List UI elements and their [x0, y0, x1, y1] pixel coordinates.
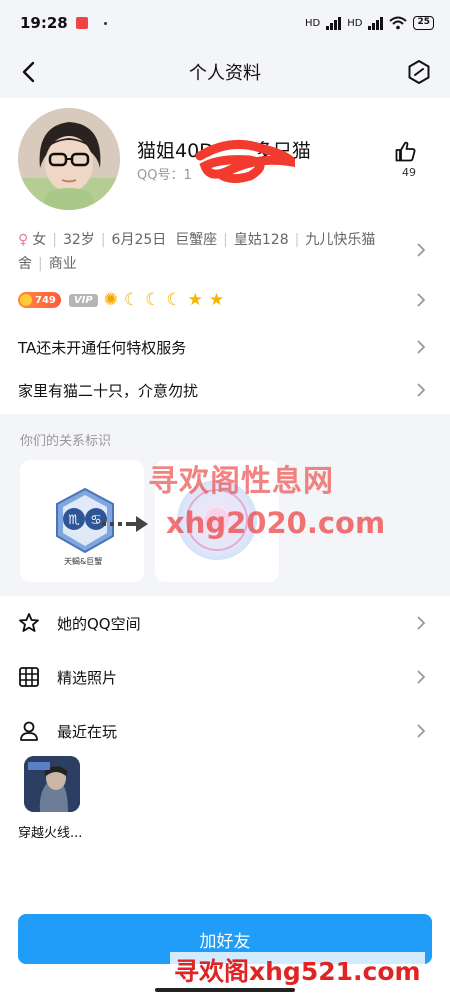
privilege-row[interactable]: TA还未开通任何特权服务 [0, 326, 450, 368]
thumbs-up-icon[interactable] [394, 140, 418, 164]
qq-number: QQ号：1 [137, 168, 192, 183]
network-label-2: HD [347, 17, 363, 29]
battery-icon: 25 [413, 16, 434, 30]
moon-level-icon: ☾ [166, 289, 182, 310]
photos-row[interactable]: 精选照片 [0, 650, 450, 704]
svg-text:♏: ♏ [68, 513, 80, 528]
location-text: 皇姑128 [233, 232, 289, 248]
age-text: 32岁 [62, 232, 95, 248]
watermark-text-3: 寻欢阁xhg521.com [170, 952, 425, 988]
profile-header: 猫姐40D 多只猫 QQ号：1 49 [0, 98, 450, 220]
recently-playing-label: 最近在玩 [57, 722, 118, 741]
wifi-icon [389, 16, 408, 30]
avatar-image [18, 108, 120, 210]
recording-icon [75, 17, 88, 29]
signal-icon-1 [326, 16, 342, 30]
chevron-right-icon [417, 616, 426, 630]
relation-label: 你们的关系标识 [20, 434, 112, 449]
star-level-icon: ★ [187, 289, 203, 310]
coin-level-text: 749 [35, 294, 56, 306]
coin-icon [20, 294, 32, 306]
status-bar: 19:28 HD HD 25 [0, 0, 450, 46]
coin-level-badge: 749 [18, 292, 61, 308]
chevron-right-icon [417, 724, 426, 738]
birthday-text: 6月25日 [111, 232, 167, 248]
watermark-text-2: xhg2020.com [166, 506, 386, 540]
photos-label: 精选照片 [57, 668, 118, 687]
industry-text: 商业 [48, 256, 77, 272]
chevron-right-icon [417, 243, 426, 257]
recently-playing-row[interactable]: 最近在玩 [0, 704, 450, 758]
game-icon[interactable] [24, 756, 80, 812]
status-icons: HD HD 25 [305, 16, 434, 30]
chevron-right-icon [417, 383, 426, 397]
back-icon[interactable] [18, 60, 42, 84]
badges-row[interactable]: 749 VIP ✺ ☾ ☾ ☾ ★ ★ [0, 284, 450, 316]
zodiac-text: 巨蟹座 [175, 232, 218, 248]
more-options-icon[interactable] [406, 59, 432, 85]
chevron-right-icon [417, 340, 426, 354]
page-title: 个人资料 [189, 63, 261, 84]
svg-text:♋: ♋ [90, 513, 102, 528]
star-level-icon: ★ [208, 289, 225, 310]
signature-text: 家里有猫二十只，介意勿扰 [18, 381, 199, 400]
avatar[interactable] [18, 108, 120, 210]
moon-level-icon: ☾ [123, 289, 140, 310]
privilege-text: TA还未开通任何特权服务 [18, 338, 187, 357]
chevron-right-icon [417, 293, 426, 307]
gender-text: 女 [32, 232, 47, 248]
like-count: 49 [402, 166, 416, 179]
qzone-row[interactable]: 她的QQ空间 [0, 596, 450, 650]
arrow-right-icon [102, 516, 148, 532]
relation-section: 你们的关系标识 ♏ ♋ 天蝎&巨蟹 [0, 414, 450, 596]
network-label-1: HD [305, 17, 321, 29]
female-icon: ♀ [18, 232, 29, 248]
vip-badge: VIP [68, 293, 98, 307]
basic-info-row[interactable]: ♀ 女 | 32岁 | 6月25日 巨蟹座 | 皇姑128 | 九儿快乐猫舍 | 商业 [0, 222, 450, 282]
moon-level-icon: ☾ [145, 289, 161, 310]
chevron-right-icon [417, 670, 426, 684]
zodiac-caption: 天蝎&巨蟹 [64, 557, 103, 566]
notification-dot-icon [103, 21, 107, 25]
sun-level-icon: ✺ [103, 289, 118, 310]
redaction-scribble [195, 139, 295, 184]
qzone-label: 她的QQ空间 [57, 614, 141, 633]
signature-row[interactable]: 家里有猫二十只，介意勿扰 [0, 368, 450, 412]
grid-icon [19, 667, 39, 687]
watermark-text-1: 寻欢阁性息网 [148, 464, 334, 499]
person-game-icon [20, 721, 38, 741]
star-outline-icon [19, 613, 39, 632]
game-name: 穿越火线... [18, 826, 83, 841]
home-indicator [155, 988, 295, 992]
signal-icon-2 [368, 16, 384, 30]
status-time: 19:28 [20, 14, 68, 32]
nav-bar: 个人资料 [0, 46, 450, 98]
